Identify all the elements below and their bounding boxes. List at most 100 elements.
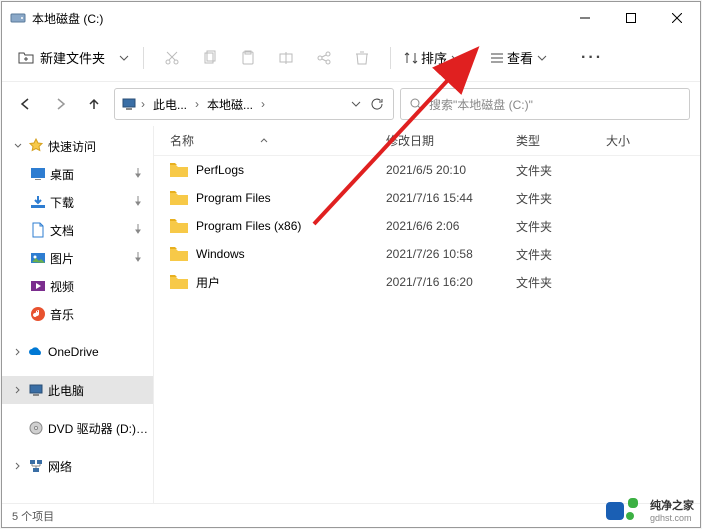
sidebar-item-documents[interactable]: 文档 xyxy=(2,216,153,244)
sort-label: 排序 xyxy=(421,48,447,67)
sidebar-item-downloads[interactable]: 下载 xyxy=(2,188,153,216)
file-date: 2021/6/6 2:06 xyxy=(386,219,516,233)
file-name: 用户 xyxy=(196,274,220,291)
file-row[interactable]: Program Files 2021/7/16 15:44 文件夹 xyxy=(154,184,700,212)
sidebar-item-onedrive[interactable]: OneDrive xyxy=(2,338,153,366)
folder-icon xyxy=(170,247,188,261)
music-icon xyxy=(30,306,46,322)
breadcrumb-pc[interactable]: 此电... xyxy=(149,94,191,115)
delete-button[interactable] xyxy=(346,42,378,74)
chevron-right-icon: › xyxy=(195,97,199,111)
share-button[interactable] xyxy=(308,42,340,74)
paste-button[interactable] xyxy=(232,42,264,74)
sidebar-label: 文档 xyxy=(50,222,74,239)
pin-icon xyxy=(133,223,143,237)
file-row[interactable]: PerfLogs 2021/6/5 20:10 文件夹 xyxy=(154,156,700,184)
file-row[interactable]: Windows 2021/7/26 10:58 文件夹 xyxy=(154,240,700,268)
pin-icon xyxy=(133,251,143,265)
search-icon xyxy=(409,97,423,111)
view-button[interactable]: 查看 xyxy=(489,48,549,67)
watermark-url: gdhst.com xyxy=(650,513,694,523)
new-folder-button[interactable]: 新建文件夹 xyxy=(12,44,111,71)
sidebar-item-this-pc[interactable]: 此电脑 xyxy=(2,376,153,404)
file-list: PerfLogs 2021/6/5 20:10 文件夹 Program File… xyxy=(154,156,700,503)
pc-icon xyxy=(121,96,137,112)
back-button[interactable] xyxy=(12,90,40,118)
column-size[interactable]: 大小 xyxy=(606,132,666,149)
chevron-down-icon xyxy=(12,142,24,150)
chevron-right-icon: › xyxy=(261,97,265,111)
file-date: 2021/7/16 16:20 xyxy=(386,275,516,289)
sidebar-item-videos[interactable]: 视频 xyxy=(2,272,153,300)
column-name[interactable]: 名称 xyxy=(170,132,386,149)
breadcrumb-disk[interactable]: 本地磁... xyxy=(203,94,257,115)
rename-button[interactable] xyxy=(270,42,302,74)
desktop-icon xyxy=(30,166,46,182)
sort-button[interactable]: 排序 xyxy=(403,48,463,67)
sidebar-label: 音乐 xyxy=(50,306,74,323)
cut-button[interactable] xyxy=(156,42,188,74)
folder-icon xyxy=(170,275,188,289)
file-row[interactable]: 用户 2021/7/16 16:20 文件夹 xyxy=(154,268,700,296)
more-button[interactable]: ··· xyxy=(575,49,609,67)
file-date: 2021/7/26 10:58 xyxy=(386,247,516,261)
minimize-button[interactable] xyxy=(562,2,608,34)
sidebar-item-music[interactable]: 音乐 xyxy=(2,300,153,328)
videos-icon xyxy=(30,278,46,294)
sidebar-label: 视频 xyxy=(50,278,74,295)
pin-icon xyxy=(133,167,143,181)
documents-icon xyxy=(30,222,46,238)
sidebar-label: 图片 xyxy=(50,250,74,267)
folder-icon xyxy=(170,219,188,233)
address-dropdown[interactable] xyxy=(349,97,363,111)
column-name-label: 名称 xyxy=(170,132,194,149)
pin-icon xyxy=(133,195,143,209)
separator xyxy=(390,47,391,69)
close-button[interactable] xyxy=(654,2,700,34)
sidebar-item-pictures[interactable]: 图片 xyxy=(2,244,153,272)
star-icon xyxy=(28,138,44,154)
folder-icon xyxy=(170,163,188,177)
address-bar[interactable]: › 此电... › 本地磁... › xyxy=(114,88,394,120)
sidebar-item-quick-access[interactable]: 快速访问 xyxy=(2,132,153,160)
window-title: 本地磁盘 (C:) xyxy=(32,10,562,27)
file-type: 文件夹 xyxy=(516,190,606,207)
sidebar-label: 此电脑 xyxy=(48,382,84,399)
file-row[interactable]: Program Files (x86) 2021/6/6 2:06 文件夹 xyxy=(154,212,700,240)
content-pane: 名称 修改日期 类型 大小 PerfLogs 2021/6/5 20:10 文件… xyxy=(154,126,700,503)
column-type[interactable]: 类型 xyxy=(516,132,606,149)
navigation-bar: › 此电... › 本地磁... › 搜索"本地磁盘 (C:)" xyxy=(2,82,700,126)
folder-icon xyxy=(170,191,188,205)
column-date[interactable]: 修改日期 xyxy=(386,132,516,149)
search-placeholder: 搜索"本地磁盘 (C:)" xyxy=(429,96,533,113)
sidebar-item-network[interactable]: 网络 xyxy=(2,452,153,480)
file-type: 文件夹 xyxy=(516,162,606,179)
disk-icon xyxy=(10,10,26,26)
sidebar-item-desktop[interactable]: 桌面 xyxy=(2,160,153,188)
watermark-logo xyxy=(606,498,646,522)
copy-button[interactable] xyxy=(194,42,226,74)
pictures-icon xyxy=(30,250,46,266)
maximize-button[interactable] xyxy=(608,2,654,34)
file-type: 文件夹 xyxy=(516,218,606,235)
new-dropdown[interactable] xyxy=(117,51,131,65)
sidebar-label: DVD 驱动器 (D:) CF xyxy=(48,420,148,437)
sort-asc-icon xyxy=(260,134,268,148)
forward-button[interactable] xyxy=(46,90,74,118)
file-name: Program Files (x86) xyxy=(196,219,301,233)
sidebar-label: 桌面 xyxy=(50,166,74,183)
sidebar-label: 下载 xyxy=(50,194,74,211)
refresh-button[interactable] xyxy=(367,90,387,118)
search-box[interactable]: 搜索"本地磁盘 (C:)" xyxy=(400,88,690,120)
pc-icon xyxy=(28,382,44,398)
up-button[interactable] xyxy=(80,90,108,118)
chevron-down-icon xyxy=(449,51,463,65)
file-type: 文件夹 xyxy=(516,274,606,291)
file-name: PerfLogs xyxy=(196,163,244,177)
file-name: Windows xyxy=(196,247,245,261)
file-date: 2021/7/16 15:44 xyxy=(386,191,516,205)
chevron-right-icon xyxy=(12,348,24,356)
chevron-right-icon: › xyxy=(141,97,145,111)
network-icon xyxy=(28,458,44,474)
sidebar-item-dvd[interactable]: DVD 驱动器 (D:) CF xyxy=(2,414,153,442)
